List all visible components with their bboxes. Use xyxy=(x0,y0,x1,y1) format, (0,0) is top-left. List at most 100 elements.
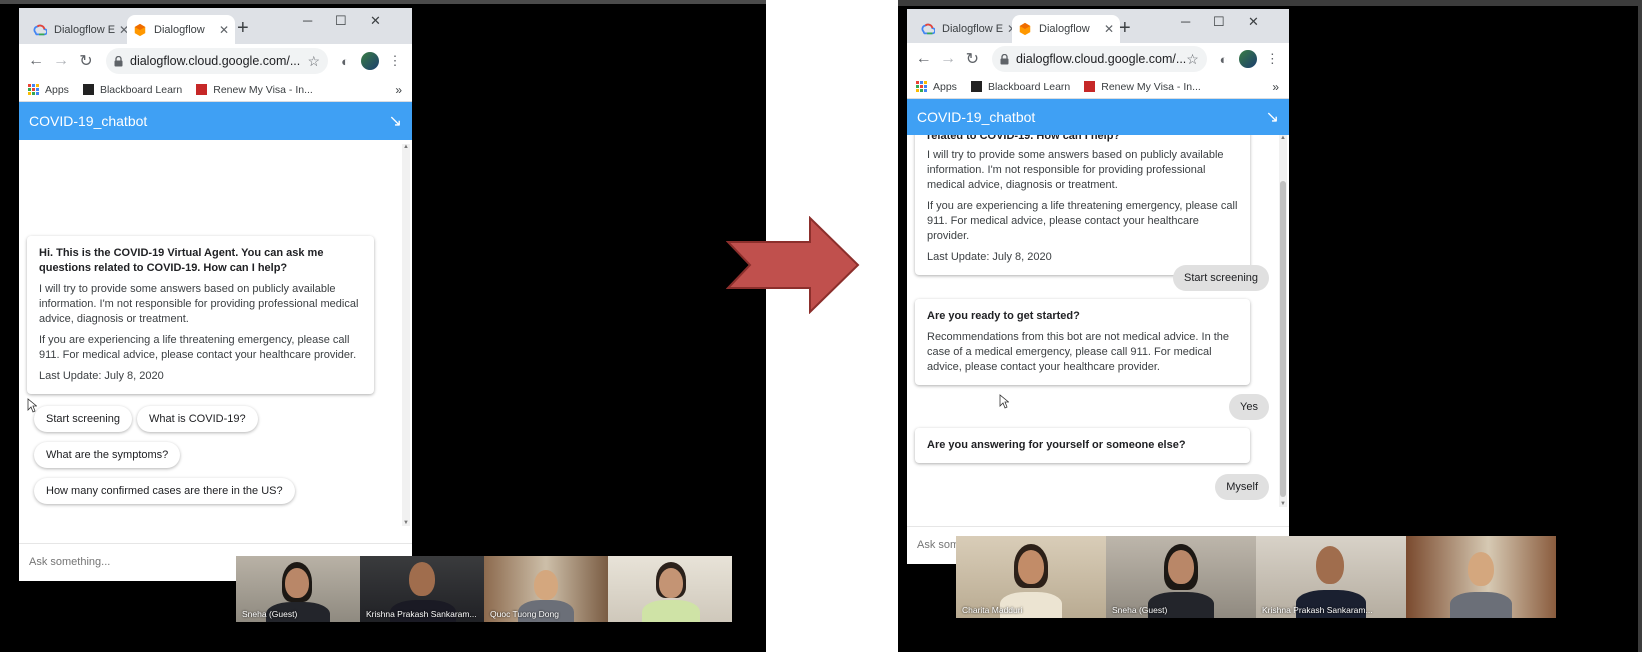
chat-title: COVID-19_chatbot xyxy=(29,113,148,129)
transition-arrow-icon xyxy=(726,216,860,314)
reload-icon[interactable]: ↻ xyxy=(75,51,97,71)
bookmarks-bar: Apps Blackboard Learn Renew My Visa - In… xyxy=(907,75,1289,99)
participant-video-tile[interactable]: Sneha (Guest) xyxy=(1106,536,1256,618)
participant-face xyxy=(1316,546,1344,584)
participant-silhouette xyxy=(1450,592,1512,618)
visa-site-icon xyxy=(196,84,208,95)
reload-icon[interactable]: ↻ xyxy=(962,49,983,69)
participant-video-tile[interactable]: Krishna Prakash Sankaram... xyxy=(1256,536,1406,618)
bookmark-label: Blackboard Learn xyxy=(99,83,183,96)
participant-face xyxy=(659,568,683,598)
bookmark-blackboard[interactable]: Blackboard Learn xyxy=(82,83,183,96)
suggestion-chip-start-screening[interactable]: Start screening xyxy=(34,406,132,432)
intro-heading: Hi. This is the COVID-19 Virtual Agent. … xyxy=(39,247,324,274)
intro-paragraph: I will try to provide some answers based… xyxy=(39,283,359,325)
chat-messages[interactable]: related to COVID-19. How can I help? I w… xyxy=(907,135,1289,509)
menu-dots-icon[interactable]: ⋮ xyxy=(1262,51,1283,67)
mouse-cursor-icon xyxy=(999,394,1009,409)
participant-video-tile[interactable]: Charita Madduri xyxy=(956,536,1106,618)
participant-face xyxy=(1018,550,1044,584)
lock-icon xyxy=(114,55,123,67)
address-bar[interactable]: dialogflow.cloud.google.com/... ☆ xyxy=(992,46,1207,72)
scroll-down-icon[interactable]: ▼ xyxy=(1279,501,1287,507)
visa-site-icon xyxy=(1084,81,1096,92)
chat-header: COVID-19_chatbot ↘ xyxy=(19,102,412,140)
forward-arrow-icon[interactable]: → xyxy=(50,52,72,70)
scroll-up-icon[interactable]: ▲ xyxy=(402,144,410,150)
tab-close-icon[interactable]: ✕ xyxy=(1104,22,1114,36)
back-arrow-icon[interactable]: ← xyxy=(913,50,934,68)
chat-header: COVID-19_chatbot ↘ xyxy=(907,99,1289,135)
bookmark-renew-visa[interactable]: Renew My Visa - In... xyxy=(196,84,313,96)
bookmark-star-icon[interactable]: ☆ xyxy=(307,53,320,70)
participant-video-tile[interactable]: Quoc Tuong Dong xyxy=(484,556,608,622)
bookmark-apps[interactable]: Apps xyxy=(916,81,957,93)
participant-video-tile[interactable] xyxy=(608,556,732,622)
tab-close-icon[interactable]: ✕ xyxy=(219,23,229,37)
suggestion-chip-symptoms[interactable]: What are the symptoms? xyxy=(34,442,181,468)
bookmark-star-icon[interactable]: ☆ xyxy=(1186,51,1199,68)
message-body: Recommendations from this bot are not me… xyxy=(927,331,1230,373)
minimize-chat-icon[interactable]: ↘ xyxy=(389,111,402,131)
bookmarks-overflow-icon[interactable]: » xyxy=(395,83,402,97)
participant-face xyxy=(534,570,558,600)
close-window-button[interactable]: ✕ xyxy=(370,13,381,29)
back-arrow-icon[interactable]: ← xyxy=(25,52,47,70)
tab-title: Dialogflow xyxy=(1039,23,1090,35)
minimize-window-button[interactable]: ─ xyxy=(1181,14,1190,29)
menu-dots-icon[interactable]: ⋮ xyxy=(384,53,406,69)
bookmark-label: Blackboard Learn xyxy=(987,80,1071,93)
apps-grid-icon xyxy=(28,84,39,95)
maximize-window-button[interactable]: ☐ xyxy=(1213,14,1225,30)
tab-dialogflow-es[interactable]: Dialogflow E ✕ xyxy=(27,15,135,44)
participant-video-tile[interactable] xyxy=(1406,536,1556,618)
participant-video-tile[interactable]: Krishna Prakash Sankaram... xyxy=(360,556,484,622)
bookmark-renew-visa[interactable]: Renew My Visa - In... xyxy=(1084,81,1201,93)
minimize-window-button[interactable]: ─ xyxy=(303,13,312,28)
minimize-chat-icon[interactable]: ↘ xyxy=(1266,107,1279,127)
participant-video-tile[interactable]: Sneha (Guest) xyxy=(236,556,360,622)
forward-arrow-icon[interactable]: → xyxy=(937,50,958,68)
bot-message-who: Are you answering for yourself or someon… xyxy=(915,428,1250,463)
tab-dialogflow-es[interactable]: Dialogflow E ✕ xyxy=(915,15,1023,43)
apps-grid-icon xyxy=(916,81,927,92)
bot-intro-message: related to COVID-19. How can I help? I w… xyxy=(915,135,1250,275)
chat-scrollbar[interactable]: ▲ ▼ xyxy=(1279,135,1287,507)
chat-title: COVID-19_chatbot xyxy=(917,109,1036,125)
suggestion-chip-what-is-covid[interactable]: What is COVID-19? xyxy=(137,406,258,432)
bookmark-label: Renew My Visa - In... xyxy=(213,83,313,96)
close-window-button[interactable]: ✕ xyxy=(1248,14,1259,30)
suggestion-chip-confirmed-cases[interactable]: How many confirmed cases are there in th… xyxy=(34,478,295,504)
address-bar[interactable]: dialogflow.cloud.google.com/... ☆ xyxy=(106,48,328,74)
bookmark-blackboard[interactable]: Blackboard Learn xyxy=(970,80,1071,93)
profile-avatar[interactable] xyxy=(1239,50,1257,68)
chat-scrollbar[interactable]: ▲ ▼ xyxy=(402,144,410,526)
bookmark-apps[interactable]: Apps xyxy=(28,84,69,96)
extension-icon[interactable]: ◐ xyxy=(334,54,356,69)
profile-avatar[interactable] xyxy=(361,52,379,70)
scroll-up-icon[interactable]: ▲ xyxy=(1279,135,1287,141)
participant-face xyxy=(1168,550,1194,584)
tab-dialogflow[interactable]: Dialogflow ✕ xyxy=(127,15,235,44)
message-heading: Are you ready to get started? xyxy=(927,310,1080,322)
bookmarks-overflow-icon[interactable]: » xyxy=(1272,80,1279,94)
participant-name: Sneha (Guest) xyxy=(1112,605,1168,615)
message-heading: Are you answering for yourself or someon… xyxy=(927,439,1186,451)
extension-icon[interactable]: ◐ xyxy=(1213,52,1234,67)
left-screen-share: Dialogflow E ✕ Dialogflow ✕ + ─ ☐ ✕ ← → … xyxy=(0,0,766,652)
left-browser-window: Dialogflow E ✕ Dialogflow ✕ + ─ ☐ ✕ ← → … xyxy=(19,8,412,581)
scroll-down-icon[interactable]: ▼ xyxy=(402,520,410,526)
new-tab-button[interactable]: + xyxy=(237,18,249,38)
scroll-thumb[interactable] xyxy=(1280,181,1286,497)
participant-name: Charita Madduri xyxy=(962,605,1023,615)
right-browser-window: Dialogflow E ✕ Dialogflow ✕ + ─ ☐ ✕ ← → … xyxy=(907,9,1289,564)
tab-dialogflow[interactable]: Dialogflow ✕ xyxy=(1012,15,1120,43)
new-tab-button[interactable]: + xyxy=(1119,18,1131,38)
maximize-window-button[interactable]: ☐ xyxy=(335,13,347,29)
intro-paragraph: If you are experiencing a life threateni… xyxy=(39,334,357,361)
bookmark-label: Apps xyxy=(933,80,957,93)
blackboard-icon xyxy=(970,81,982,92)
bookmark-label: Apps xyxy=(45,83,69,96)
user-message: Start screening xyxy=(1173,265,1269,291)
chat-messages[interactable]: Hi. This is the COVID-19 Virtual Agent. … xyxy=(19,140,412,530)
